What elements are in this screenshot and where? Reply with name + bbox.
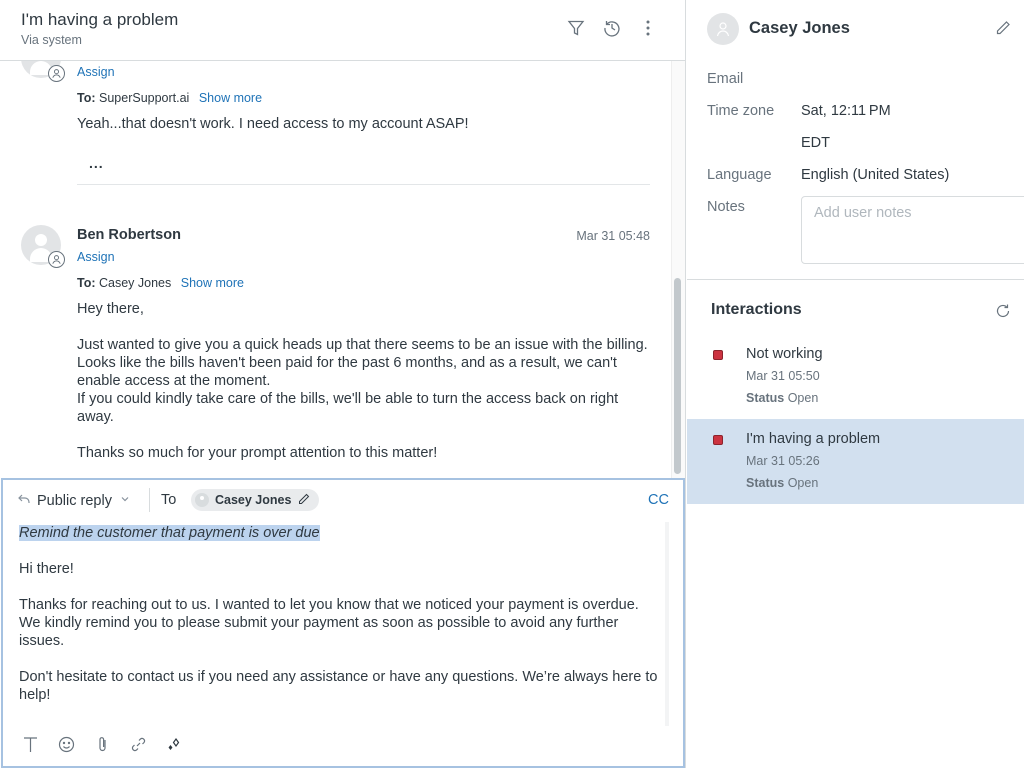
recipient-chip[interactable]: Casey Jones: [191, 489, 320, 511]
editor-scroll-track: [665, 522, 669, 726]
to-label: To:: [77, 276, 96, 290]
interactions-title: Interactions: [711, 301, 802, 318]
interaction-date: Mar 31 05:26: [746, 454, 820, 468]
recipient-line: To: Casey Jones Show more: [77, 276, 244, 290]
message-divider: [77, 184, 650, 185]
toolbar-divider: [149, 488, 150, 512]
message-line: Hey there,: [77, 301, 144, 317]
reply-paragraph: Thanks for reaching out to us. I wanted …: [19, 597, 639, 649]
user-badge-icon: [48, 251, 65, 268]
recipient-chip-name: Casey Jones: [215, 493, 292, 507]
recipient-name: Casey Jones: [99, 276, 172, 290]
timezone-time: Sat, 12:11 PM: [801, 103, 891, 119]
reply-editor[interactable]: Public reply To Casey Jones CC Remind th…: [1, 478, 685, 768]
timezone-label: Time zone: [707, 103, 775, 119]
ai-prompt-text: Remind the customer that payment is over…: [19, 525, 320, 541]
message-line: Thanks so much for your prompt attention…: [77, 445, 438, 461]
message-body: Hey there, Just wanted to give you a qui…: [77, 300, 657, 462]
refresh-icon[interactable]: [994, 302, 1012, 320]
message-thread: Assign To: SuperSupport.ai Show more Yea…: [0, 61, 685, 478]
ticket-title: I'm having a problem: [21, 10, 179, 29]
interaction-item-selected[interactable]: I'm having a problem Mar 31 05:26 Status…: [687, 419, 1024, 504]
to-label: To: [161, 492, 177, 508]
pencil-icon[interactable]: [297, 492, 311, 509]
language-label: Language: [707, 167, 772, 183]
language-value: English (United States): [801, 167, 950, 183]
sender-name: Ben Robertson: [77, 227, 181, 243]
link-icon[interactable]: [129, 735, 148, 754]
show-more-link[interactable]: Show more: [199, 91, 262, 105]
reply-paragraph: Hi there!: [19, 561, 74, 577]
customer-name: Casey Jones: [749, 19, 850, 37]
interaction-name: Not working: [746, 346, 823, 362]
editor-tools: [21, 735, 184, 754]
emoji-icon[interactable]: [57, 735, 76, 754]
status-label: Status: [746, 391, 785, 405]
reply-paragraph: Don't hesitate to contact us if you need…: [19, 669, 658, 703]
interaction-date: Mar 31 05:50: [746, 369, 820, 383]
cc-button[interactable]: CC: [648, 492, 669, 508]
message-line: Just wanted to give you a quick heads up…: [77, 337, 648, 353]
thread-scrollbar[interactable]: [674, 278, 681, 474]
interaction-name: I'm having a problem: [746, 431, 881, 447]
user-notes-input[interactable]: [801, 196, 1024, 264]
status-label: Status: [746, 476, 785, 490]
message-timestamp: Mar 31 05:48: [576, 229, 650, 243]
message-line: Looks like the bills haven't been paid f…: [77, 355, 617, 389]
recipient-avatar-icon: [195, 493, 209, 507]
chevron-down-icon: [118, 492, 132, 510]
recipient-name: SuperSupport.ai: [99, 91, 190, 105]
ticket-channel: Via system: [21, 33, 82, 47]
more-vertical-icon[interactable]: [638, 18, 658, 38]
recipient-line: To: SuperSupport.ai Show more: [77, 91, 262, 105]
ai-sparkle-icon[interactable]: [165, 735, 184, 754]
notes-label: Notes: [707, 199, 745, 215]
customer-context-panel: Casey Jones Email Time zone Sat, 12:11 P…: [687, 0, 1024, 768]
user-badge-icon: [48, 65, 65, 82]
interaction-status: Status Open: [746, 391, 818, 405]
status-open-icon: [713, 435, 723, 445]
interaction-status: Status Open: [746, 476, 818, 490]
filter-icon[interactable]: [566, 18, 586, 38]
status-value: Open: [787, 391, 819, 405]
to-label: To:: [77, 91, 96, 105]
customer-avatar: [707, 13, 739, 45]
text-format-icon[interactable]: [21, 735, 40, 754]
show-more-link[interactable]: Show more: [181, 276, 244, 290]
reply-arrow-icon: [17, 492, 31, 510]
attachment-icon[interactable]: [93, 735, 112, 754]
expand-quoted-button[interactable]: ...: [89, 155, 104, 171]
ticket-header: I'm having a problem Via system: [0, 0, 685, 61]
reply-type-label: Public reply: [37, 493, 112, 509]
status-value: Open: [787, 476, 819, 490]
reply-type-dropdown[interactable]: Public reply: [17, 492, 132, 510]
status-open-icon: [713, 350, 723, 360]
reply-body-textarea[interactable]: Remind the customer that payment is over…: [19, 524, 659, 722]
timezone-zone: EDT: [801, 135, 830, 151]
user-profile-section: Casey Jones Email Time zone Sat, 12:11 P…: [687, 0, 1024, 280]
reply-editor-toolbar: Public reply To Casey Jones CC: [3, 480, 683, 520]
message-line: If you could kindly take care of the bil…: [77, 391, 619, 425]
edit-profile-pencil-icon[interactable]: [994, 19, 1012, 37]
history-icon[interactable]: [602, 18, 622, 38]
assign-link[interactable]: Assign: [77, 65, 115, 79]
email-label: Email: [707, 71, 744, 87]
assign-link[interactable]: Assign: [77, 250, 115, 264]
ticket-conversation-pane: I'm having a problem Via system Assign T…: [0, 0, 686, 768]
message-body: Yeah...that doesn't work. I need access …: [77, 116, 469, 132]
interaction-item[interactable]: Not working Mar 31 05:50 Status Open: [687, 334, 1024, 419]
